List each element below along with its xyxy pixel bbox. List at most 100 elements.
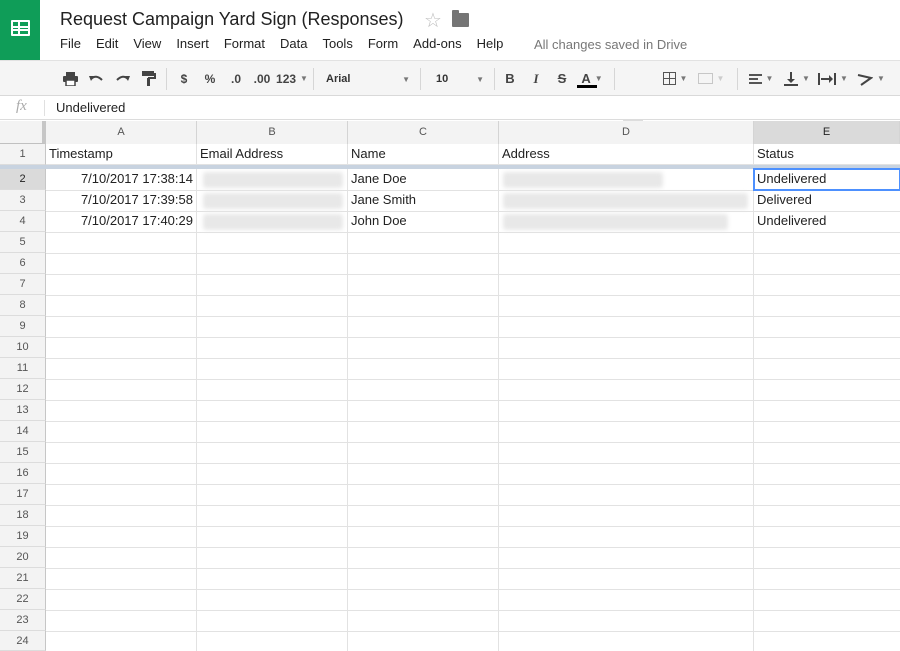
row-header[interactable]: 4 bbox=[0, 211, 46, 232]
row-header[interactable]: 2 bbox=[0, 169, 46, 190]
header-cell-name[interactable]: Name bbox=[348, 144, 498, 164]
row-header[interactable]: 13 bbox=[0, 400, 46, 421]
bold-button[interactable]: B bbox=[499, 61, 521, 96]
sheets-icon bbox=[11, 20, 30, 36]
menu-edit[interactable]: Edit bbox=[96, 36, 118, 54]
row-header[interactable]: 12 bbox=[0, 379, 46, 400]
row-header[interactable]: 11 bbox=[0, 358, 46, 379]
menu-form[interactable]: Form bbox=[368, 36, 398, 54]
percent-button[interactable]: % bbox=[199, 61, 221, 96]
font-name: Arial bbox=[326, 72, 351, 85]
chevron-down-icon: ▼ bbox=[476, 75, 484, 84]
row-header[interactable]: 15 bbox=[0, 442, 46, 463]
chevron-down-icon: ▼ bbox=[679, 74, 688, 83]
sheets-logo[interactable] bbox=[0, 0, 40, 60]
menu-file[interactable]: File bbox=[60, 36, 81, 54]
name-cell[interactable]: John Doe bbox=[348, 211, 498, 231]
select-all-corner[interactable] bbox=[0, 121, 46, 144]
text-rotation-icon[interactable]: ▼ bbox=[854, 61, 888, 96]
menu-format[interactable]: Format bbox=[224, 36, 265, 54]
decrease-decimals-button[interactable]: .0 bbox=[224, 61, 248, 96]
row-header[interactable]: 5 bbox=[0, 232, 46, 253]
row-header[interactable]: 7 bbox=[0, 274, 46, 295]
row-header[interactable]: 24 bbox=[0, 631, 46, 651]
menu-view[interactable]: View bbox=[133, 36, 161, 54]
row-header[interactable]: 17 bbox=[0, 484, 46, 505]
more-formats-label: 123 bbox=[276, 71, 297, 86]
paint-format-icon[interactable] bbox=[137, 61, 161, 96]
row-header[interactable]: 19 bbox=[0, 526, 46, 547]
status-cell[interactable]: Undelivered bbox=[754, 211, 900, 231]
menu-data[interactable]: Data bbox=[280, 36, 307, 54]
column-header-e[interactable]: E bbox=[754, 121, 900, 144]
merge-cells-icon[interactable]: ▼ bbox=[693, 61, 729, 96]
currency-button[interactable]: $ bbox=[174, 61, 194, 96]
more-formats-button[interactable]: 123 ▼ bbox=[276, 61, 308, 96]
redacted-email[interactable] bbox=[203, 193, 343, 209]
row-header[interactable]: 23 bbox=[0, 610, 46, 631]
row-header[interactable]: 8 bbox=[0, 295, 46, 316]
redacted-address[interactable] bbox=[503, 172, 663, 188]
redacted-address[interactable] bbox=[503, 193, 748, 209]
app-header: Request Campaign Yard Sign (Responses) ☆… bbox=[0, 0, 900, 60]
header-cell-timestamp[interactable]: Timestamp bbox=[46, 144, 196, 164]
column-header-c[interactable]: C bbox=[348, 121, 499, 144]
column-header-b[interactable]: B bbox=[197, 121, 348, 144]
name-cell[interactable]: Jane Doe bbox=[348, 169, 498, 189]
menu-tools[interactable]: Tools bbox=[322, 36, 352, 54]
vertical-align-icon[interactable]: ▼ bbox=[781, 61, 813, 96]
redacted-email[interactable] bbox=[203, 172, 343, 188]
row-header[interactable]: 3 bbox=[0, 190, 46, 211]
row-header[interactable]: 22 bbox=[0, 589, 46, 610]
header-cell-address[interactable]: Address bbox=[499, 144, 753, 164]
column-header-a[interactable]: A bbox=[46, 121, 197, 144]
strikethrough-button[interactable]: S bbox=[551, 61, 573, 96]
header-cell-email[interactable]: Email Address bbox=[197, 144, 347, 164]
redo-icon[interactable] bbox=[110, 61, 134, 96]
chevron-down-icon: ▼ bbox=[300, 74, 308, 83]
text-wrap-icon[interactable]: ▼ bbox=[815, 61, 851, 96]
font-select[interactable]: Arial ▼ bbox=[320, 61, 414, 96]
row-header[interactable]: 9 bbox=[0, 316, 46, 337]
timestamp-cell[interactable]: 7/10/2017 17:40:29 bbox=[46, 211, 196, 231]
row-header[interactable]: 21 bbox=[0, 568, 46, 589]
name-cell[interactable]: Jane Smith bbox=[348, 190, 498, 210]
timestamp-cell[interactable]: 7/10/2017 17:38:14 bbox=[46, 169, 196, 189]
row-header[interactable]: 14 bbox=[0, 421, 46, 442]
row-header[interactable]: 1 bbox=[0, 144, 46, 165]
menu-bar: File Edit View Insert Format Data Tools … bbox=[60, 36, 518, 54]
status-cell[interactable]: Delivered bbox=[754, 190, 900, 210]
text-color-button[interactable]: A ▼ bbox=[576, 61, 608, 96]
undo-icon[interactable] bbox=[84, 61, 108, 96]
toolbar: $ % .0 .00 123 ▼ Arial ▼ 10 ▼ B I S A ▼ ▼ ▼ … bbox=[0, 60, 900, 123]
chevron-down-icon: ▼ bbox=[840, 74, 848, 83]
timestamp-cell[interactable]: 7/10/2017 17:39:58 bbox=[46, 190, 196, 210]
row-header[interactable]: 6 bbox=[0, 253, 46, 274]
menu-insert[interactable]: Insert bbox=[176, 36, 209, 54]
selected-cell-outline[interactable] bbox=[753, 168, 900, 191]
row-header[interactable]: 18 bbox=[0, 505, 46, 526]
redacted-address[interactable] bbox=[503, 214, 728, 230]
header-cell-status[interactable]: Status bbox=[754, 144, 900, 164]
borders-icon[interactable]: ▼ bbox=[660, 61, 690, 96]
print-icon[interactable] bbox=[58, 61, 82, 96]
horizontal-align-icon[interactable]: ▼ bbox=[745, 61, 777, 96]
formula-input[interactable]: Undelivered bbox=[56, 100, 125, 115]
row-header[interactable]: 20 bbox=[0, 547, 46, 568]
chevron-down-icon: ▼ bbox=[765, 74, 774, 83]
redacted-email[interactable] bbox=[203, 214, 343, 230]
folder-icon[interactable] bbox=[452, 10, 469, 27]
increase-decimals-button[interactable]: .00 bbox=[250, 61, 274, 96]
column-header-d[interactable]: D bbox=[499, 121, 754, 144]
star-icon[interactable]: ☆ bbox=[424, 8, 442, 33]
row-header[interactable]: 10 bbox=[0, 337, 46, 358]
save-status[interactable]: All changes saved in Drive bbox=[534, 37, 687, 52]
row-header[interactable]: 16 bbox=[0, 463, 46, 484]
sheet-grid: A B C D E 1 2 3 4 5 6 7 8 9 10 11 12 13 … bbox=[0, 121, 900, 651]
font-size-select[interactable]: 10 ▼ bbox=[430, 61, 488, 96]
italic-button[interactable]: I bbox=[525, 61, 547, 96]
document-title[interactable]: Request Campaign Yard Sign (Responses) bbox=[60, 9, 404, 30]
menu-addons[interactable]: Add-ons bbox=[413, 36, 461, 54]
menu-help[interactable]: Help bbox=[477, 36, 504, 54]
chevron-down-icon: ▼ bbox=[716, 74, 725, 83]
